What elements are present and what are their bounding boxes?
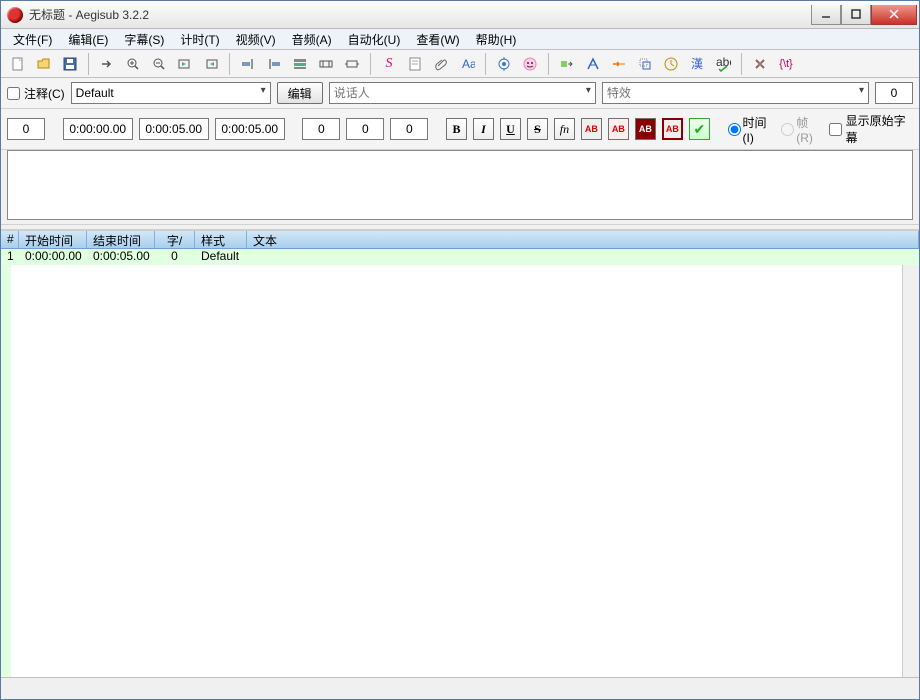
time-radio[interactable]: 时间(I) <box>728 114 776 145</box>
col-number[interactable]: # <box>1 231 19 248</box>
shadow-color-button[interactable]: AB <box>662 118 683 140</box>
kanji-timer-icon[interactable]: 漢 <box>686 53 708 75</box>
comment-checkbox[interactable]: 注释(C) <box>7 85 65 102</box>
main-toolbar: S Aa 漢 abc {\t} <box>1 50 919 78</box>
resample-icon[interactable] <box>634 53 656 75</box>
snap-end-icon[interactable] <box>263 53 285 75</box>
outline-color-button[interactable]: AB <box>635 118 656 140</box>
fonts-collector-icon[interactable]: Aa <box>456 53 478 75</box>
app-icon <box>7 7 23 23</box>
automation-icon[interactable] <box>493 53 515 75</box>
duration-input[interactable] <box>215 118 285 140</box>
grid-scrollbar[interactable] <box>902 265 919 677</box>
menu-timing[interactable]: 计时(T) <box>172 29 227 50</box>
zoom-in-icon[interactable] <box>122 53 144 75</box>
margin-l-input[interactable] <box>302 118 340 140</box>
close-button[interactable] <box>871 5 917 25</box>
style-select[interactable] <box>71 82 271 104</box>
strike-button[interactable]: S <box>527 118 548 140</box>
svg-text:Aa: Aa <box>462 57 475 71</box>
menu-automation[interactable]: 自动化(U) <box>340 29 409 50</box>
window-title: 无标题 - Aegisub 3.2.2 <box>29 6 811 23</box>
effect-input[interactable] <box>602 82 869 104</box>
grid-row[interactable]: 1 0:00:00.00 0:00:05.00 0 Default <box>1 249 919 265</box>
margin-r-input[interactable] <box>346 118 384 140</box>
col-start[interactable]: 开始时间 <box>19 231 87 248</box>
frame-radio[interactable]: 帧(R) <box>781 114 822 145</box>
margin-v-input[interactable] <box>390 118 428 140</box>
grid-header: # 开始时间 结束时间 字/秒 样式 文本 <box>1 231 919 249</box>
end-time-input[interactable] <box>139 118 209 140</box>
minimize-button[interactable] <box>811 5 841 25</box>
menu-video[interactable]: 视频(V) <box>228 29 284 50</box>
grid-gutter <box>1 265 11 677</box>
menu-edit[interactable]: 编辑(E) <box>60 29 116 50</box>
spellcheck-icon[interactable]: abc <box>712 53 734 75</box>
font-button[interactable]: fn <box>554 118 575 140</box>
status-bar <box>1 677 919 699</box>
col-style[interactable]: 样式 <box>195 231 247 248</box>
layer-input[interactable] <box>7 118 45 140</box>
attachments-icon[interactable] <box>430 53 452 75</box>
properties-icon[interactable] <box>404 53 426 75</box>
timing-postprocessor-icon[interactable] <box>660 53 682 75</box>
snap-start-icon[interactable] <box>237 53 259 75</box>
open-file-icon[interactable] <box>33 53 55 75</box>
menubar: 文件(F) 编辑(E) 字幕(S) 计时(T) 视频(V) 音频(A) 自动化(… <box>1 29 919 50</box>
styling-assistant-icon[interactable] <box>582 53 604 75</box>
commit-button[interactable]: ✔ <box>689 118 710 140</box>
bold-button[interactable]: B <box>446 118 467 140</box>
italic-button[interactable]: I <box>473 118 494 140</box>
new-file-icon[interactable] <box>7 53 29 75</box>
jump-icon[interactable] <box>96 53 118 75</box>
show-original-checkbox[interactable]: 显示原始字幕 <box>829 112 913 146</box>
menu-audio[interactable]: 音频(A) <box>284 29 340 50</box>
jump-video-end-icon[interactable] <box>200 53 222 75</box>
underline-button[interactable]: U <box>500 118 521 140</box>
shift-times-icon[interactable] <box>556 53 578 75</box>
edit-style-button[interactable]: 编辑 <box>277 82 323 104</box>
svg-text:漢: 漢 <box>691 57 703 71</box>
maximize-button[interactable] <box>841 5 871 25</box>
col-end[interactable]: 结束时间 <box>87 231 155 248</box>
start-time-input[interactable] <box>63 118 133 140</box>
col-cps[interactable]: 字/秒 <box>155 231 195 248</box>
col-text[interactable]: 文本 <box>247 231 919 248</box>
titlebar: 无标题 - Aegisub 3.2.2 <box>1 1 919 29</box>
snap-scene-icon[interactable] <box>315 53 337 75</box>
assdraw-icon[interactable] <box>519 53 541 75</box>
menu-file[interactable]: 文件(F) <box>5 29 60 50</box>
subtitle-grid: # 开始时间 结束时间 字/秒 样式 文本 1 0:00:00.00 0:00:… <box>1 230 919 677</box>
zoom-out-icon[interactable] <box>148 53 170 75</box>
cycle-tags-icon[interactable]: {\t} <box>775 53 797 75</box>
save-file-icon[interactable] <box>59 53 81 75</box>
margin-extra-input[interactable] <box>875 82 913 104</box>
primary-color-button[interactable]: AB <box>581 118 602 140</box>
shift-scene-icon[interactable] <box>341 53 363 75</box>
menu-help[interactable]: 帮助(H) <box>468 29 525 50</box>
jump-video-start-icon[interactable] <box>174 53 196 75</box>
style-row: 注释(C) 编辑 <box>1 78 919 109</box>
translation-assistant-icon[interactable] <box>608 53 630 75</box>
subtitle-text-input[interactable] <box>7 150 913 220</box>
secondary-color-button[interactable]: AB <box>608 118 629 140</box>
menu-view[interactable]: 查看(W) <box>408 29 467 50</box>
select-visible-icon[interactable] <box>289 53 311 75</box>
actor-input[interactable] <box>329 82 596 104</box>
styles-manager-icon[interactable]: S <box>378 53 400 75</box>
menu-subtitles[interactable]: 字幕(S) <box>116 29 172 50</box>
time-row: B I U S fn AB AB AB AB ✔ 时间(I) 帧(R) 显示原始… <box>1 109 919 150</box>
grid-body[interactable] <box>1 265 919 677</box>
options-icon[interactable] <box>749 53 771 75</box>
svg-text:abc: abc <box>716 56 731 69</box>
